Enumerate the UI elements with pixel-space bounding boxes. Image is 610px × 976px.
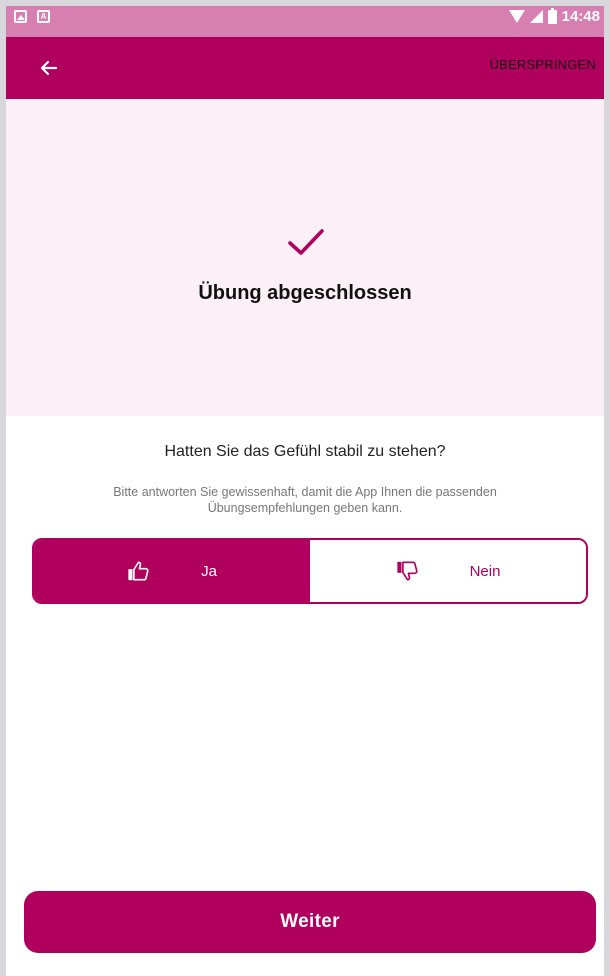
thumbs-up-icon	[128, 561, 149, 581]
continue-button[interactable]: Weiter	[24, 891, 596, 953]
completion-banner: Übung abgeschlossen	[0, 99, 610, 416]
question-hint: Bitte antworten Sie gewissenhaft, damit …	[113, 485, 497, 515]
battery-icon	[547, 7, 557, 24]
image-notification-icon	[14, 10, 27, 23]
status-bar: A 14:48	[0, 0, 610, 37]
answer-toggle: Ja Nein	[32, 538, 588, 604]
continue-button-label: Weiter	[280, 911, 340, 932]
answer-no-label: Nein	[469, 562, 501, 580]
checkmark-icon	[288, 229, 324, 255]
answer-no-button[interactable]: Nein	[310, 540, 586, 602]
signal-icon	[529, 10, 543, 23]
status-time: 14:48	[561, 8, 600, 25]
page-title: Übung abgeschlossen	[198, 282, 412, 304]
app-bar: ÜBERSPRINGEN	[0, 37, 610, 99]
arrow-left-icon	[40, 60, 58, 76]
answer-yes-label: Ja	[201, 562, 217, 580]
skip-button[interactable]: ÜBERSPRINGEN	[490, 57, 596, 72]
text-a-notification-icon: A	[37, 10, 50, 23]
notification-a-glyph: A	[40, 12, 47, 21]
question-text: Hatten Sie das Gefühl stabil zu stehen?	[164, 443, 446, 460]
wifi-icon	[508, 10, 525, 23]
thumbs-down-icon	[396, 561, 418, 581]
status-indicators: 14:48	[508, 7, 600, 25]
answer-yes-button[interactable]: Ja	[34, 540, 310, 602]
notification-icons: A	[14, 10, 50, 23]
back-button[interactable]	[32, 51, 66, 85]
